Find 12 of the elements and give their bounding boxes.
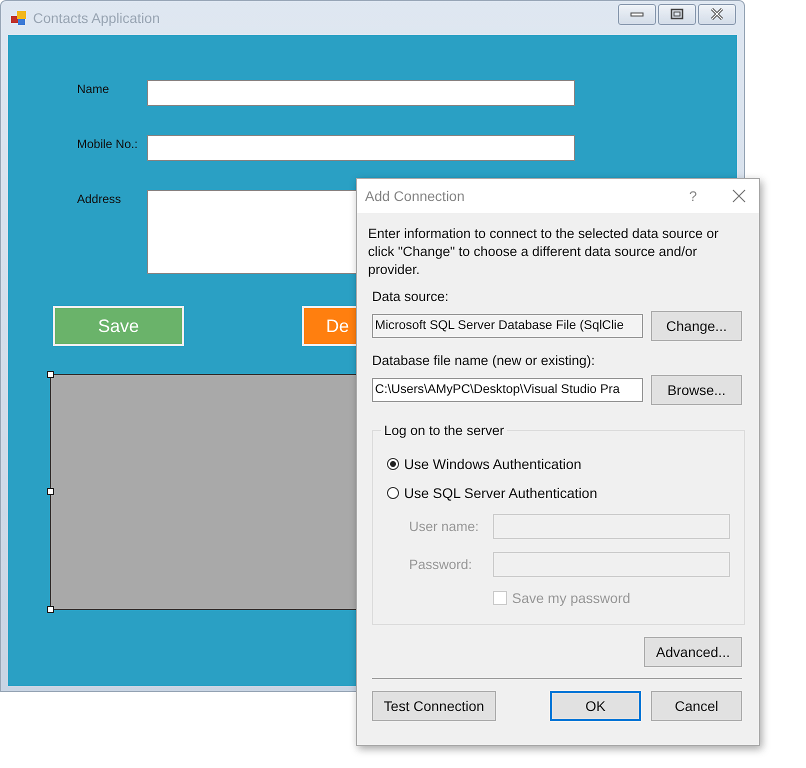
- group-title: Log on to the server: [383, 423, 506, 438]
- field-label: Name: [77, 81, 110, 98]
- password-label: Password:: [409, 557, 474, 572]
- dialog-title: Add Connection: [365, 188, 465, 204]
- field-label: Mobile No.:: [77, 136, 139, 153]
- data-source-label: Data source:: [372, 289, 450, 304]
- data-source-field: Microsoft SQL Server Database File (SqlClie: [372, 314, 643, 338]
- instruction-text: Enter information to connect to the selected data source or click "Change" to choose a different data source and/or provider.: [368, 225, 720, 279]
- user-name-label: User name:: [409, 519, 480, 534]
- field-label: Address: [77, 191, 122, 208]
- database-file-label: Database file name (new or existing):: [372, 353, 596, 368]
- window-title: Contacts Application: [33, 10, 160, 26]
